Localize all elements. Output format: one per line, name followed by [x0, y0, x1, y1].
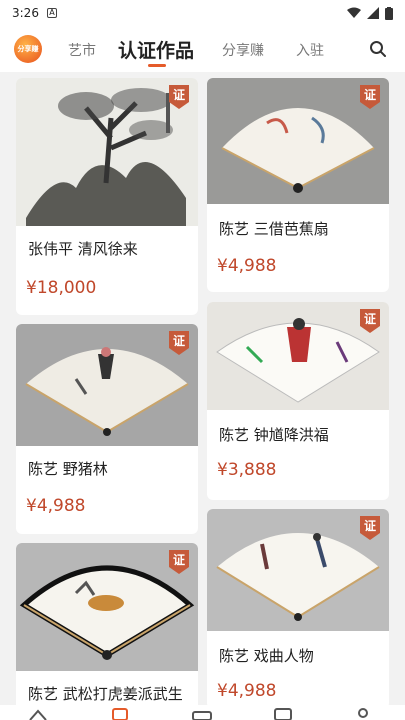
- category-icon[interactable]: [112, 708, 128, 720]
- camera-icon[interactable]: [192, 709, 212, 720]
- product-title: 陈艺 野猪林: [28, 460, 108, 478]
- top-nav: 分享赚 艺市 认证作品 分享赚 入驻: [0, 26, 405, 72]
- svg-text:证: 证: [364, 312, 376, 326]
- product-card[interactable]: 证 张伟平 清风徐来 ¥18,000: [16, 78, 198, 315]
- cart-icon[interactable]: [274, 708, 292, 720]
- certified-badge-icon: 证: [360, 309, 380, 333]
- status-icons: [347, 6, 393, 20]
- search-icon[interactable]: [369, 40, 387, 58]
- active-tab-indicator: [148, 64, 166, 67]
- notification-icon: A: [46, 8, 57, 18]
- product-title: 张伟平 清风徐来: [28, 240, 138, 258]
- product-grid: 证 张伟平 清风徐来 ¥18,000 证 陈艺 三借芭蕉扇 ¥4,988 证 陈…: [0, 72, 405, 720]
- status-bar: 3:26 A: [0, 0, 405, 26]
- svg-text:证: 证: [364, 519, 376, 533]
- certified-badge-icon: 证: [360, 85, 380, 109]
- svg-text:证: 证: [173, 88, 185, 102]
- svg-text:证: 证: [364, 88, 376, 102]
- bottom-tab-bar: [0, 705, 405, 720]
- svg-text:证: 证: [173, 334, 185, 348]
- tab-art-market[interactable]: 艺市: [68, 40, 96, 60]
- product-title: 陈艺 戏曲人物: [219, 647, 314, 665]
- tab-certified-works[interactable]: 认证作品: [118, 36, 194, 63]
- app-logo[interactable]: 分享赚: [14, 35, 42, 63]
- status-time: 3:26: [12, 6, 39, 20]
- product-title: 陈艺 三借芭蕉扇: [219, 220, 329, 238]
- logo-text: 分享赚: [17, 45, 39, 53]
- product-title: 陈艺 武松打虎姜派武生: [28, 685, 183, 703]
- tab-share-earn[interactable]: 分享赚: [222, 40, 264, 60]
- product-card[interactable]: 证 陈艺 武松打虎姜派武生: [16, 543, 198, 720]
- product-title: 陈艺 钟馗降洪福: [219, 426, 329, 444]
- battery-icon: [385, 6, 393, 20]
- product-card[interactable]: 证 陈艺 戏曲人物 ¥4,988: [207, 509, 389, 709]
- product-card[interactable]: 证 陈艺 三借芭蕉扇 ¥4,988: [207, 78, 389, 292]
- signal-icon: [367, 7, 379, 19]
- certified-badge-icon: 证: [360, 516, 380, 540]
- product-price: ¥4,988: [217, 256, 277, 276]
- tab-join[interactable]: 入驻: [296, 40, 324, 60]
- certified-badge-icon: 证: [169, 550, 189, 574]
- wifi-icon: [347, 7, 361, 18]
- home-icon[interactable]: [28, 709, 48, 720]
- certified-badge-icon: 证: [169, 85, 189, 109]
- product-card[interactable]: 证 陈艺 钟馗降洪福 ¥3,888: [207, 302, 389, 500]
- product-price: ¥18,000: [26, 278, 97, 298]
- svg-text:证: 证: [173, 553, 185, 567]
- certified-badge-icon: 证: [169, 331, 189, 355]
- profile-icon[interactable]: [356, 708, 370, 720]
- product-price: ¥3,888: [217, 460, 277, 480]
- product-price: ¥4,988: [26, 496, 86, 516]
- product-price: ¥4,988: [217, 681, 277, 701]
- product-card[interactable]: 证 陈艺 野猪林 ¥4,988: [16, 324, 198, 534]
